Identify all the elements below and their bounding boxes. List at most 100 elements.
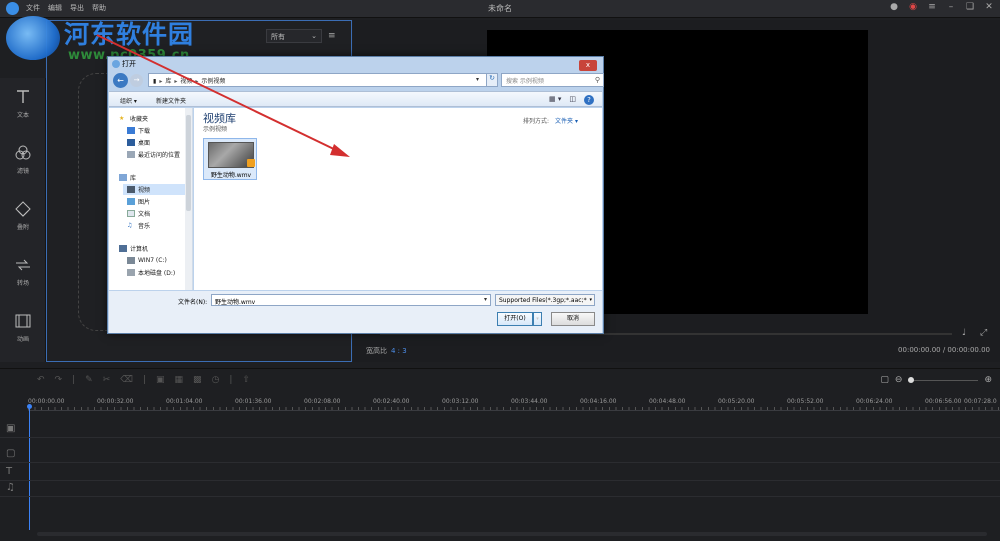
cut-icon[interactable]: ✂ bbox=[103, 375, 111, 385]
ruler-minor-ticks bbox=[28, 407, 1000, 410]
edit-icon[interactable]: ✎ bbox=[85, 375, 93, 385]
freeze-icon[interactable]: ▩ bbox=[193, 375, 202, 385]
dialog-title: 打开 bbox=[112, 59, 136, 69]
picture-library-icon bbox=[127, 198, 135, 205]
nav-desktop[interactable]: 桌面 bbox=[127, 137, 150, 148]
filetype-select[interactable]: Supported Files(*.3gp;*.aac;* ▾ bbox=[495, 294, 595, 306]
media-filter-select[interactable]: 所有 ⌄ bbox=[266, 29, 322, 43]
organize-button[interactable]: 组织 ▾ bbox=[120, 96, 137, 105]
address-dropdown-icon[interactable]: ▾ bbox=[476, 76, 479, 83]
settings-icon[interactable]: ≡ bbox=[927, 2, 937, 12]
dialog-bottom: 文件名(N): 野生动物.wmv ▾ Supported Files(*.3gp… bbox=[109, 291, 602, 333]
nav-label: 桌面 bbox=[138, 140, 151, 147]
text-icon bbox=[17, 90, 29, 103]
nav-label: 最近访问的位置 bbox=[138, 152, 181, 159]
timeline-ruler[interactable]: 00:00:00.00 00:00:32.00 00:01:04.00 00:01:3… bbox=[28, 395, 1000, 411]
help-icon[interactable]: ? bbox=[584, 95, 594, 105]
nav-computer[interactable]: 计算机 bbox=[119, 243, 148, 254]
nav-scrollbar-thumb[interactable] bbox=[186, 115, 191, 211]
mosaic-icon[interactable]: ▦ bbox=[175, 375, 184, 385]
cancel-button[interactable]: 取消 bbox=[551, 312, 595, 326]
user-icon[interactable]: ● bbox=[889, 2, 899, 12]
view-options-icon[interactable]: ▦ ▾ bbox=[549, 95, 561, 105]
nav-favorites[interactable]: ★ 收藏夹 bbox=[119, 113, 148, 124]
window-title: 未命名 bbox=[488, 4, 512, 13]
breadcrumb-videos[interactable]: 视频 bbox=[180, 78, 192, 85]
ruler-tick-label: 00:02:08.00 bbox=[304, 398, 341, 405]
download-folder-icon bbox=[127, 127, 135, 134]
sidebar-item-label: 转场 bbox=[16, 280, 29, 287]
search-input[interactable]: 搜索 示例视频 ⚲ bbox=[501, 73, 604, 87]
sidebar-item-transition[interactable]: 转场 bbox=[0, 256, 46, 306]
zoom-slider[interactable] bbox=[908, 376, 979, 383]
refresh-icon[interactable]: ↻ bbox=[486, 73, 498, 87]
sidebar-item-filter[interactable]: 滤镜 bbox=[0, 144, 46, 194]
music-track[interactable]: ♫ bbox=[0, 479, 1000, 497]
record-icon[interactable]: ◉ bbox=[908, 2, 918, 12]
back-icon[interactable]: ← bbox=[113, 73, 128, 88]
list-view-icon[interactable]: ≡ bbox=[328, 31, 336, 41]
forward-icon[interactable]: → bbox=[130, 74, 143, 87]
open-button[interactable]: 打开(O) bbox=[497, 312, 533, 326]
nav-pictures[interactable]: 图片 bbox=[127, 196, 150, 207]
aspect-ratio[interactable]: 宽高比 4 : 3 bbox=[366, 346, 407, 356]
ruler-tick-label: 00:02:40.00 bbox=[373, 398, 410, 405]
sidebar-item-animation[interactable]: 动画 bbox=[0, 312, 46, 362]
redo-icon[interactable]: ↷ bbox=[55, 375, 63, 385]
nav-downloads[interactable]: 下载 bbox=[127, 125, 150, 136]
zoom-out-icon[interactable]: ⊖ bbox=[895, 375, 903, 385]
filename-dropdown-icon[interactable]: ▾ bbox=[484, 296, 487, 303]
overlay-track[interactable]: ▢ bbox=[0, 445, 1000, 463]
ruler-tick-label: 00:04:16.00 bbox=[580, 398, 617, 405]
ruler-tick-label: 00:00:00.00 bbox=[28, 398, 65, 405]
zoom-in-icon[interactable]: ⊕ bbox=[984, 375, 992, 385]
preview-pane-icon[interactable]: ◫ bbox=[569, 95, 576, 105]
arrange-dropdown[interactable]: 文件夹 ▾ bbox=[555, 118, 578, 125]
undo-icon[interactable]: ↶ bbox=[37, 375, 45, 385]
nav-music[interactable]: ♫ 音乐 bbox=[127, 220, 150, 231]
dialog-close-button[interactable]: x bbox=[579, 60, 597, 71]
nav-drive-c[interactable]: WIN7 (C:) bbox=[127, 255, 167, 266]
fullscreen-icon[interactable]: ⤢ bbox=[980, 328, 987, 338]
nav-label: 库 bbox=[130, 175, 137, 182]
new-folder-button[interactable]: 新建文件夹 bbox=[156, 96, 186, 105]
breadcrumb-sample-videos[interactable]: 示例视频 bbox=[201, 78, 225, 85]
app-window: 文件 编辑 导出 帮助 未命名 ● ◉ ≡ – ❑ ✕ 所有 ⌄ ≡ 河东软件园… bbox=[0, 0, 1000, 541]
timeline-scrollbar[interactable] bbox=[37, 532, 987, 536]
sidebar-item-overlay[interactable]: 叠附 bbox=[0, 200, 46, 250]
breadcrumb-library[interactable]: 库 bbox=[165, 78, 171, 85]
close-icon[interactable]: ✕ bbox=[984, 2, 994, 12]
export-icon[interactable]: ⇧ bbox=[242, 375, 250, 385]
nav-label: 下载 bbox=[138, 128, 151, 135]
file-item[interactable]: 野生动物.wmv bbox=[203, 138, 257, 180]
fit-icon[interactable]: ▢ bbox=[880, 375, 889, 385]
ruler-tick-label: 00:00:32.00 bbox=[97, 398, 134, 405]
recent-places-icon bbox=[127, 151, 135, 158]
crop-icon[interactable]: ▣ bbox=[156, 375, 165, 385]
sidebar-item-text[interactable]: 文本 bbox=[0, 88, 46, 138]
nav-drive-d[interactable]: 本地磁盘 (D:) bbox=[127, 267, 175, 278]
filename-input[interactable]: 野生动物.wmv bbox=[211, 294, 491, 306]
address-bar[interactable]: ▮ ▸ 库 ▸ 视频 ▸ 示例视频 ▾ bbox=[148, 73, 494, 87]
nav-libraries[interactable]: 库 bbox=[119, 172, 136, 183]
playhead-handle[interactable] bbox=[27, 404, 32, 409]
nav-recent[interactable]: 最近访问的位置 bbox=[127, 149, 180, 160]
computer-icon bbox=[119, 245, 127, 252]
minimize-icon[interactable]: – bbox=[946, 2, 956, 12]
duration-icon[interactable]: ◷ bbox=[212, 375, 220, 385]
drive-icon bbox=[127, 257, 135, 264]
zoom-knob[interactable] bbox=[908, 376, 915, 383]
video-track[interactable]: ▣ bbox=[0, 420, 1000, 438]
delete-icon[interactable]: ⌫ bbox=[120, 375, 133, 385]
volume-icon[interactable]: ♩ bbox=[962, 328, 966, 338]
nav-videos[interactable]: 视频 bbox=[123, 184, 185, 195]
nav-label: WIN7 (C:) bbox=[138, 257, 167, 264]
open-options-icon[interactable]: ▾ bbox=[533, 312, 542, 326]
dialog-app-icon bbox=[112, 60, 120, 68]
filetype-value: Supported Files(*.3gp;*.aac;* bbox=[499, 297, 587, 304]
nav-documents[interactable]: 文档 bbox=[127, 208, 150, 219]
window-controls: ● ◉ ≡ – ❑ ✕ bbox=[889, 2, 994, 12]
library-icon bbox=[119, 174, 127, 181]
separator: | bbox=[229, 375, 233, 385]
restore-icon[interactable]: ❑ bbox=[965, 2, 975, 12]
